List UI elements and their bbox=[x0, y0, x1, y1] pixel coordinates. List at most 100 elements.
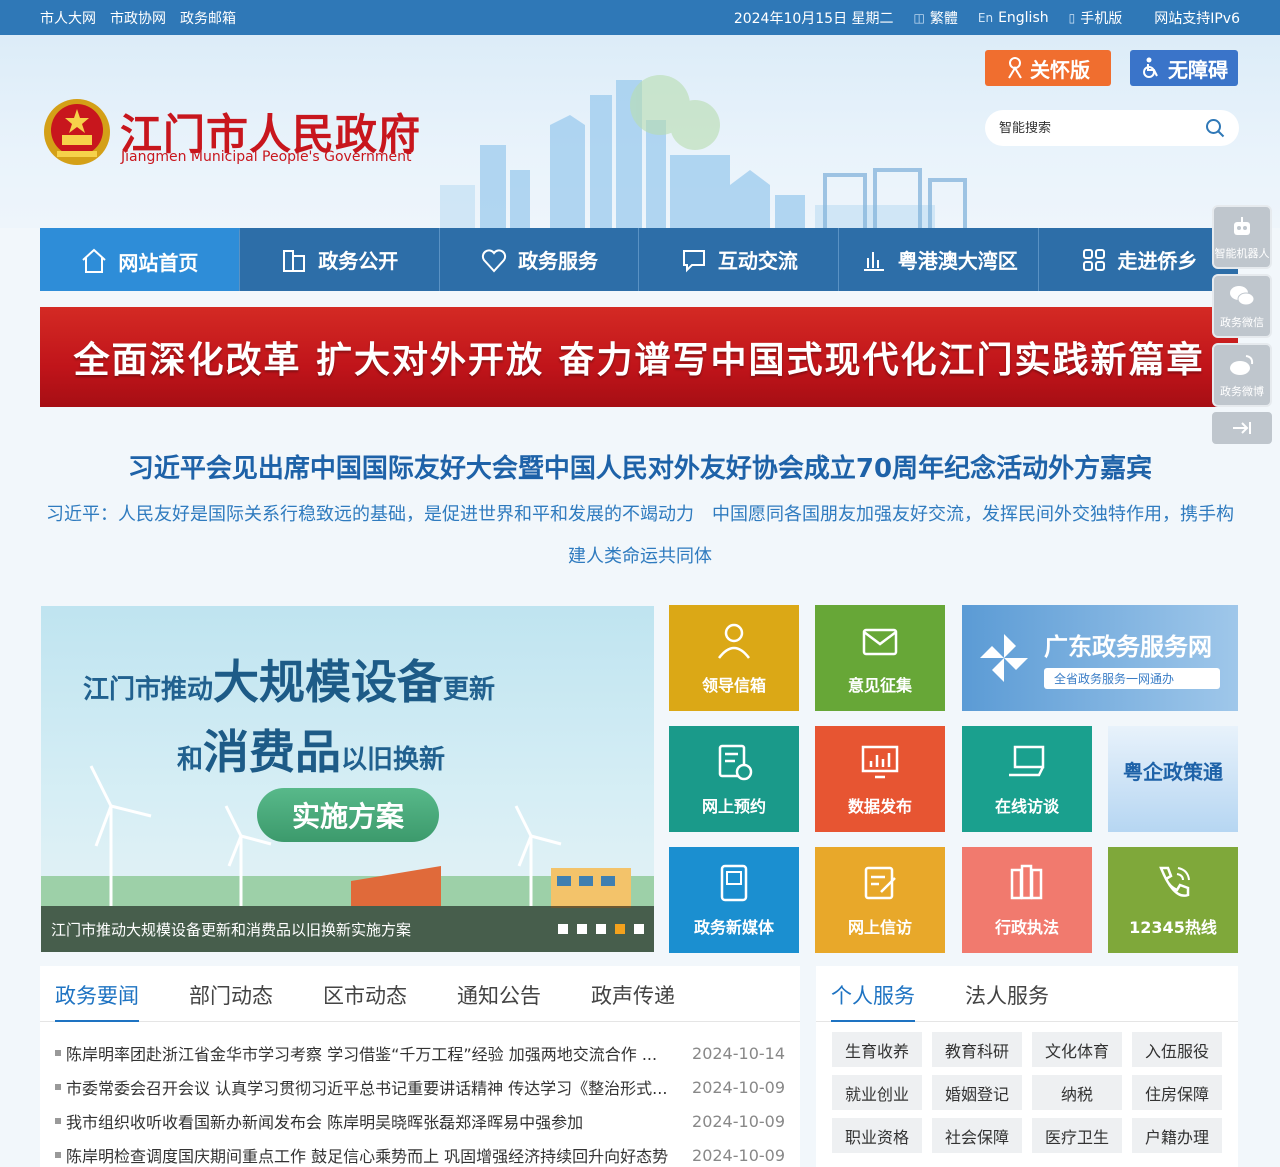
link-npc[interactable]: 市人大网 bbox=[40, 8, 96, 28]
news-date: 2024-10-09 bbox=[692, 1077, 785, 1097]
service-item[interactable]: 文化体育 bbox=[1032, 1032, 1122, 1067]
bar-chart-icon bbox=[863, 251, 884, 271]
service-item[interactable]: 住房保障 bbox=[1132, 1075, 1222, 1110]
english-link[interactable]: En English bbox=[978, 10, 1049, 26]
care-mode-label: 关怀版 bbox=[1030, 57, 1090, 82]
tab-district-news[interactable]: 区市动态 bbox=[323, 980, 407, 1022]
tab-notices[interactable]: 通知公告 bbox=[457, 980, 541, 1022]
carousel-dot[interactable] bbox=[596, 924, 606, 934]
building-icon bbox=[283, 249, 306, 272]
float-weibo-button[interactable]: 政务微博 bbox=[1212, 343, 1272, 407]
news-panel: 政务要闻 部门动态 区市动态 通知公告 政声传递 陈岸明率团赴浙江省金华市学习考… bbox=[40, 966, 800, 1167]
tile-12345-hotline[interactable]: 12345热线 bbox=[1108, 847, 1238, 953]
news-tabs: 政务要闻 部门动态 区市动态 通知公告 政声传递 bbox=[40, 966, 800, 1022]
carousel-dot[interactable] bbox=[577, 924, 587, 934]
focus-caption-bar: 江门市推动大规模设备更新和消费品以旧换新实施方案 bbox=[41, 906, 654, 952]
services-grid: 生育收养 教育科研 文化体育 入伍服役 就业创业 婚姻登记 纳税 住房保障 职业… bbox=[816, 1022, 1238, 1153]
tile-yueqi-policy[interactable]: 粤企政策通 bbox=[1108, 726, 1238, 832]
bullet-icon bbox=[55, 1152, 61, 1158]
english-label: English bbox=[998, 9, 1049, 26]
carousel-dot[interactable] bbox=[634, 924, 644, 934]
news-title[interactable]: 陈岸明检查调度国庆期间重点工作 鼓足信心乘势而上 巩固增强经济持续回升向好态势 bbox=[66, 1143, 681, 1167]
tile-opinion[interactable]: 意见征集 bbox=[815, 605, 945, 711]
news-item[interactable]: 陈岸明检查调度国庆期间重点工作 鼓足信心乘势而上 巩固增强经济持续回升向好态势 2… bbox=[55, 1138, 785, 1167]
float-collapse-button[interactable] bbox=[1212, 412, 1272, 444]
gd-subtitle: 全省政务服务一网通办 bbox=[1044, 668, 1220, 689]
tab-voice[interactable]: 政声传递 bbox=[591, 980, 675, 1022]
news-date: 2024-10-14 bbox=[692, 1043, 785, 1063]
books-icon bbox=[1010, 864, 1043, 900]
service-item[interactable]: 就业创业 bbox=[832, 1075, 922, 1110]
tab-personal-service[interactable]: 个人服务 bbox=[831, 980, 915, 1022]
focus-caption[interactable]: 江门市推动大规模设备更新和消费品以旧换新实施方案 bbox=[51, 919, 411, 940]
service-item[interactable]: 职业资格 bbox=[832, 1118, 922, 1153]
news-date: 2024-10-09 bbox=[692, 1111, 785, 1131]
tile-online-interview[interactable]: 在线访谈 bbox=[962, 726, 1092, 832]
news-title[interactable]: 我市组织收听收看国新办新闻发布会 陈岸明吴晓晖张磊郑泽晖易中强参加 bbox=[66, 1109, 681, 1133]
search-input[interactable] bbox=[999, 120, 1205, 136]
nav-gov-open[interactable]: 政务公开 bbox=[239, 228, 440, 291]
nav-interaction[interactable]: 互动交流 bbox=[639, 228, 840, 291]
nav-gov-service-label: 政务服务 bbox=[518, 249, 599, 273]
nav-greater-bay[interactable]: 粤港澳大湾区 bbox=[839, 228, 1040, 291]
tab-gov-news[interactable]: 政务要闻 bbox=[55, 980, 139, 1022]
headline-subtitle[interactable]: 习近平：人民友好是国际关系行稳致远的基础，是促进世界和平和发展的不竭动力 中国愿… bbox=[40, 494, 1240, 578]
weibo-icon bbox=[1230, 355, 1254, 375]
nav-interaction-label: 互动交流 bbox=[717, 249, 798, 273]
phone-icon: ▯ bbox=[1068, 10, 1076, 25]
nav-home[interactable]: 网站首页 bbox=[40, 228, 240, 291]
service-item[interactable]: 入伍服役 bbox=[1132, 1032, 1222, 1067]
service-item[interactable]: 户籍办理 bbox=[1132, 1118, 1222, 1153]
tile-online-booking[interactable]: 网上预约 bbox=[669, 726, 799, 832]
news-item[interactable]: 市委常委会召开会议 认真学习贯彻习近平总书记重要讲话精神 传达学习《整治形式..… bbox=[55, 1070, 785, 1104]
service-item[interactable]: 婚姻登记 bbox=[932, 1075, 1022, 1110]
service-item[interactable]: 生育收养 bbox=[832, 1032, 922, 1067]
tile-data-release[interactable]: 数据发布 bbox=[815, 726, 945, 832]
carousel-dot[interactable] bbox=[558, 924, 568, 934]
service-item[interactable]: 社会保障 bbox=[932, 1118, 1022, 1153]
float-wechat-button[interactable]: 政务微信 bbox=[1212, 274, 1272, 338]
tile-gov-new-media[interactable]: 政务新媒体 bbox=[669, 847, 799, 953]
nav-qiaoxiang[interactable]: 走进侨乡 bbox=[1039, 228, 1238, 291]
service-item[interactable]: 教育科研 bbox=[932, 1032, 1022, 1067]
accessibility-button[interactable]: 无障碍 bbox=[1130, 50, 1238, 86]
service-item[interactable]: 医疗卫生 bbox=[1032, 1118, 1122, 1153]
site-logo-subtitle: Jiangmen Municipal People's Government bbox=[121, 149, 412, 165]
tile-admin-law[interactable]: 行政执法 bbox=[962, 847, 1092, 953]
link-cppcc[interactable]: 市政协网 bbox=[110, 8, 166, 28]
traditional-label: 繁體 bbox=[929, 10, 958, 27]
float-robot-label: 智能机器人 bbox=[1214, 247, 1270, 260]
mobile-link[interactable]: ▯ 手机版 bbox=[1069, 8, 1123, 28]
focus-headline-line1: 江门市推动大规模设备更新 bbox=[83, 655, 496, 709]
nav-gov-service[interactable]: 政务服务 bbox=[439, 228, 640, 291]
tile-guangdong-gov-service[interactable]: 广东政务服务网 全省政务服务一网通办 bbox=[962, 605, 1238, 711]
headline-title[interactable]: 习近平会见出席中国国际友好大会暨中国人民对外友好协会成立70周年纪念活动外方嘉宾 bbox=[40, 448, 1240, 485]
mobile-label: 手机版 bbox=[1080, 10, 1123, 27]
laptop-icon bbox=[1009, 745, 1045, 777]
tile-leader-mailbox[interactable]: 领导信箱 bbox=[669, 605, 799, 711]
service-item[interactable]: 纳税 bbox=[1032, 1075, 1122, 1110]
search-icon[interactable] bbox=[1205, 118, 1225, 138]
bullet-icon bbox=[55, 1118, 61, 1124]
float-robot-button[interactable]: 智能机器人 bbox=[1212, 205, 1272, 269]
link-mail[interactable]: 政务邮箱 bbox=[180, 8, 236, 28]
tab-dept-news[interactable]: 部门动态 bbox=[189, 980, 273, 1022]
care-mode-button[interactable]: 关怀版 bbox=[985, 50, 1111, 86]
tab-corporate-service[interactable]: 法人服务 bbox=[965, 980, 1049, 1022]
news-title[interactable]: 市委常委会召开会议 认真学习贯彻习近平总书记重要讲话精神 传达学习《整治形式..… bbox=[66, 1075, 681, 1099]
focus-carousel[interactable]: 江门市推动大规模设备更新 和消费品以旧换新 实施方案 江门市推动大规模设备更新和… bbox=[41, 606, 654, 952]
tile-online-petition[interactable]: 网上信访 bbox=[815, 847, 945, 953]
carousel-dots bbox=[558, 924, 644, 934]
nav-gov-open-label: 政务公开 bbox=[318, 249, 399, 273]
grid-icon bbox=[1082, 248, 1105, 271]
news-item[interactable]: 我市组织收听收看国新办新闻发布会 陈岸明吴晓晖张磊郑泽晖易中强参加 2024-10… bbox=[55, 1104, 785, 1138]
traditional-link[interactable]: ◫ 繁體 bbox=[914, 8, 958, 28]
theme-banner[interactable]: 全面深化改革 扩大对外开放 奋力谱写中国式现代化江门实践新篇章 bbox=[40, 307, 1238, 407]
news-item[interactable]: 陈岸明率团赴浙江省金华市学习考察 学习借鉴“千万工程”经验 加强两地交流合作 .… bbox=[55, 1036, 785, 1070]
focus-plan-badge: 实施方案 bbox=[257, 788, 439, 842]
accessibility-label: 无障碍 bbox=[1168, 57, 1228, 82]
ipv6-label: 网站支持IPv6 bbox=[1154, 10, 1240, 27]
carousel-dot-active[interactable] bbox=[615, 924, 625, 934]
city-skyline-illustration bbox=[440, 75, 967, 228]
news-title[interactable]: 陈岸明率团赴浙江省金华市学习考察 学习借鉴“千万工程”经验 加强两地交流合作 .… bbox=[66, 1041, 681, 1065]
